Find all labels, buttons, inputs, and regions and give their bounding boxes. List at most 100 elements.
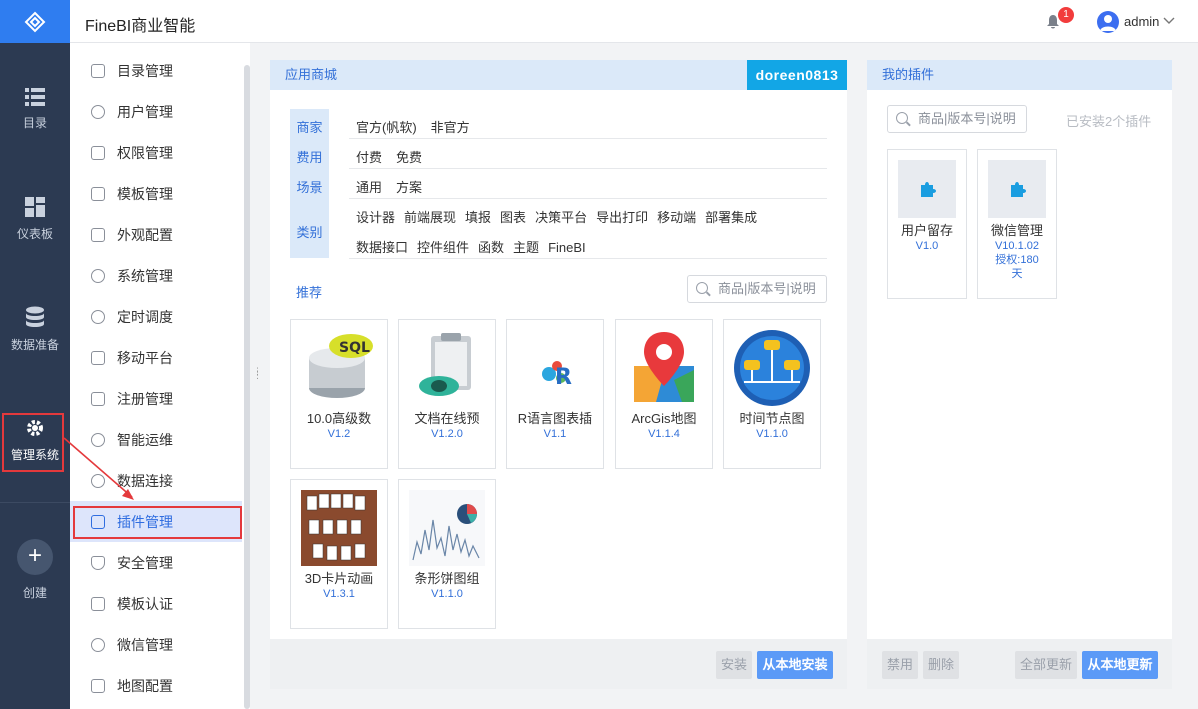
filter-option[interactable]: 前端展现 xyxy=(404,210,456,225)
menu-item-templates[interactable]: 模板管理 xyxy=(70,173,242,214)
filter-option[interactable]: 函数 xyxy=(478,240,504,255)
rail-item-data-prep[interactable]: 数据准备 xyxy=(0,306,70,353)
filter-option[interactable]: FineBI xyxy=(548,240,586,255)
menu-scrollbar[interactable] xyxy=(244,65,250,709)
timer-icon xyxy=(91,309,105,324)
gear-icon xyxy=(27,420,43,436)
app-title: FineBI商业智能 xyxy=(85,18,196,35)
rail-item-create[interactable]: 创建 xyxy=(0,584,70,601)
plugin-name: R语言图表插 xyxy=(517,411,593,426)
rail-item-dashboard[interactable]: 仪表板 xyxy=(0,197,70,242)
search-placeholder: 商品|版本号|说明 xyxy=(918,111,1016,126)
filter-option[interactable]: 通用 xyxy=(356,180,382,195)
menu-label: 模板认证 xyxy=(117,595,173,612)
plugin-card[interactable]: ArcGis地图 V1.1.4 xyxy=(615,319,713,469)
menu-label: 用户管理 xyxy=(117,103,173,120)
filter-option[interactable]: 官方(帆软) xyxy=(356,120,417,135)
filter-option[interactable]: 主题 xyxy=(513,240,539,255)
menu-item-map[interactable]: 地图配置 xyxy=(70,665,242,706)
menu-label: 外观配置 xyxy=(117,226,173,243)
template-icon xyxy=(91,186,105,201)
menu-item-template-auth[interactable]: 模板认证 xyxy=(70,583,242,624)
divider xyxy=(349,258,827,259)
installed-plugin-card[interactable]: 用户留存 V1.0 xyxy=(887,149,967,299)
puzzle-icon xyxy=(1011,182,1026,197)
notification-badge: 1 xyxy=(1058,7,1074,23)
plugin-version: V10.1.02 授权:180天 xyxy=(978,239,1056,281)
lock-icon xyxy=(91,145,105,160)
menu-item-permissions[interactable]: 权限管理 xyxy=(70,132,242,173)
local-update-button[interactable]: 从本地更新 xyxy=(1082,651,1158,679)
plugin-card[interactable]: SQL 10.0高级数 V1.2 xyxy=(290,319,388,469)
plugin-card[interactable]: 3D卡片动画 V1.3.1 xyxy=(290,479,388,629)
filter-label-category: 类别 xyxy=(296,225,323,240)
chevron-down-icon[interactable] xyxy=(1163,14,1175,26)
filter-option[interactable]: 图表 xyxy=(500,210,526,225)
menu-item-wechat[interactable]: 微信管理 xyxy=(70,624,242,665)
update-all-button[interactable]: 全部更新 xyxy=(1015,651,1077,679)
delete-button[interactable]: 删除 xyxy=(923,651,959,679)
menu-item-registration[interactable]: 注册管理 xyxy=(70,378,242,419)
filter-option[interactable]: 填报 xyxy=(465,210,491,225)
filter-labels: 商家 费用 场景 类别 xyxy=(290,109,329,258)
dashboard-icon xyxy=(25,197,45,217)
store-search-input[interactable]: 商品|版本号|说明 xyxy=(687,275,827,303)
plugin-card[interactable]: R R语言图表插 V1.1 xyxy=(506,319,604,469)
rail-label: 目录 xyxy=(22,116,47,130)
plugin-thumbnail xyxy=(988,160,1046,218)
rail-item-catalog[interactable]: 目录 xyxy=(0,88,70,131)
puzzle-icon xyxy=(921,182,936,197)
filter-option[interactable]: 数据接口 xyxy=(356,240,408,255)
menu-item-catalog[interactable]: 目录管理 xyxy=(70,50,242,91)
app-logo[interactable] xyxy=(0,0,70,43)
user-icon xyxy=(91,104,105,119)
filter-option[interactable]: 方案 xyxy=(396,180,422,195)
filter-option[interactable]: 非官方 xyxy=(431,120,470,135)
rail-item-manage-content[interactable]: 管理系统 xyxy=(0,418,70,463)
menu-item-appearance[interactable]: 外观配置 xyxy=(70,214,242,255)
filter-option[interactable]: 决策平台 xyxy=(535,210,587,225)
menu-item-security[interactable]: 安全管理 xyxy=(70,542,242,583)
plugin-name: 微信管理 xyxy=(990,223,1043,238)
menu-item-system[interactable]: 系统管理 xyxy=(70,255,242,296)
settings-icon xyxy=(91,268,105,283)
user-name[interactable]: admin xyxy=(1124,14,1159,29)
plugin-thumbnail xyxy=(898,160,956,218)
disable-button[interactable]: 禁用 xyxy=(882,651,918,679)
filter-option[interactable]: 移动端 xyxy=(657,210,696,225)
filter-option[interactable]: 部署集成 xyxy=(705,210,757,225)
filter-option[interactable]: 导出打印 xyxy=(596,210,648,225)
bar-pie-chart-thumbnail xyxy=(409,490,485,566)
plugin-name: 条形饼图组 xyxy=(414,571,480,586)
filter-option[interactable]: 控件组件 xyxy=(417,240,469,255)
rail-label: 管理系统 xyxy=(10,448,59,462)
plugin-card[interactable]: 时间节点图 V1.1.0 xyxy=(723,319,821,469)
menu-item-mobile[interactable]: 移动平台 xyxy=(70,337,242,378)
shield-icon xyxy=(91,555,105,570)
user-avatar[interactable] xyxy=(1097,11,1119,33)
filter-option[interactable]: 设计器 xyxy=(356,210,395,225)
my-plugins-search-input[interactable]: 商品|版本号|说明 xyxy=(887,105,1027,133)
arcgis-map-thumbnail xyxy=(634,332,694,402)
filter-scene-options: 通用 方案 xyxy=(356,177,436,196)
local-install-button[interactable]: 从本地安装 xyxy=(757,651,833,679)
filter-option[interactable]: 免费 xyxy=(396,150,422,165)
plugin-version: V1.1 xyxy=(543,428,567,440)
menu-item-schedule[interactable]: 定时调度 xyxy=(70,296,242,337)
resize-grip[interactable]: ⋮ ⋮ xyxy=(253,367,262,383)
store-user-tag[interactable]: doreen0813 xyxy=(747,60,847,90)
menu-label: 移动平台 xyxy=(117,349,173,366)
plugin-name: ArcGis地图 xyxy=(631,411,697,426)
installed-plugin-card[interactable]: 微信管理 V10.1.02 授权:180天 xyxy=(977,149,1057,299)
plugin-version: V1.2.0 xyxy=(431,428,463,440)
menu-item-users[interactable]: 用户管理 xyxy=(70,91,242,132)
paint-roller-icon xyxy=(91,227,105,242)
filter-category-row2: 数据接口 控件组件 函数 主题 FineBI xyxy=(356,237,600,256)
filter-option[interactable]: 付费 xyxy=(356,150,382,165)
plugin-card[interactable]: 文档在线预 V1.2.0 xyxy=(398,319,496,469)
r-language-thumbnail: R xyxy=(542,361,572,390)
3d-card-thumbnail xyxy=(301,490,377,566)
install-button[interactable]: 安装 xyxy=(716,651,752,679)
plugin-card[interactable]: 条形饼图组 V1.1.0 xyxy=(398,479,496,629)
plus-icon[interactable]: + xyxy=(17,539,53,575)
